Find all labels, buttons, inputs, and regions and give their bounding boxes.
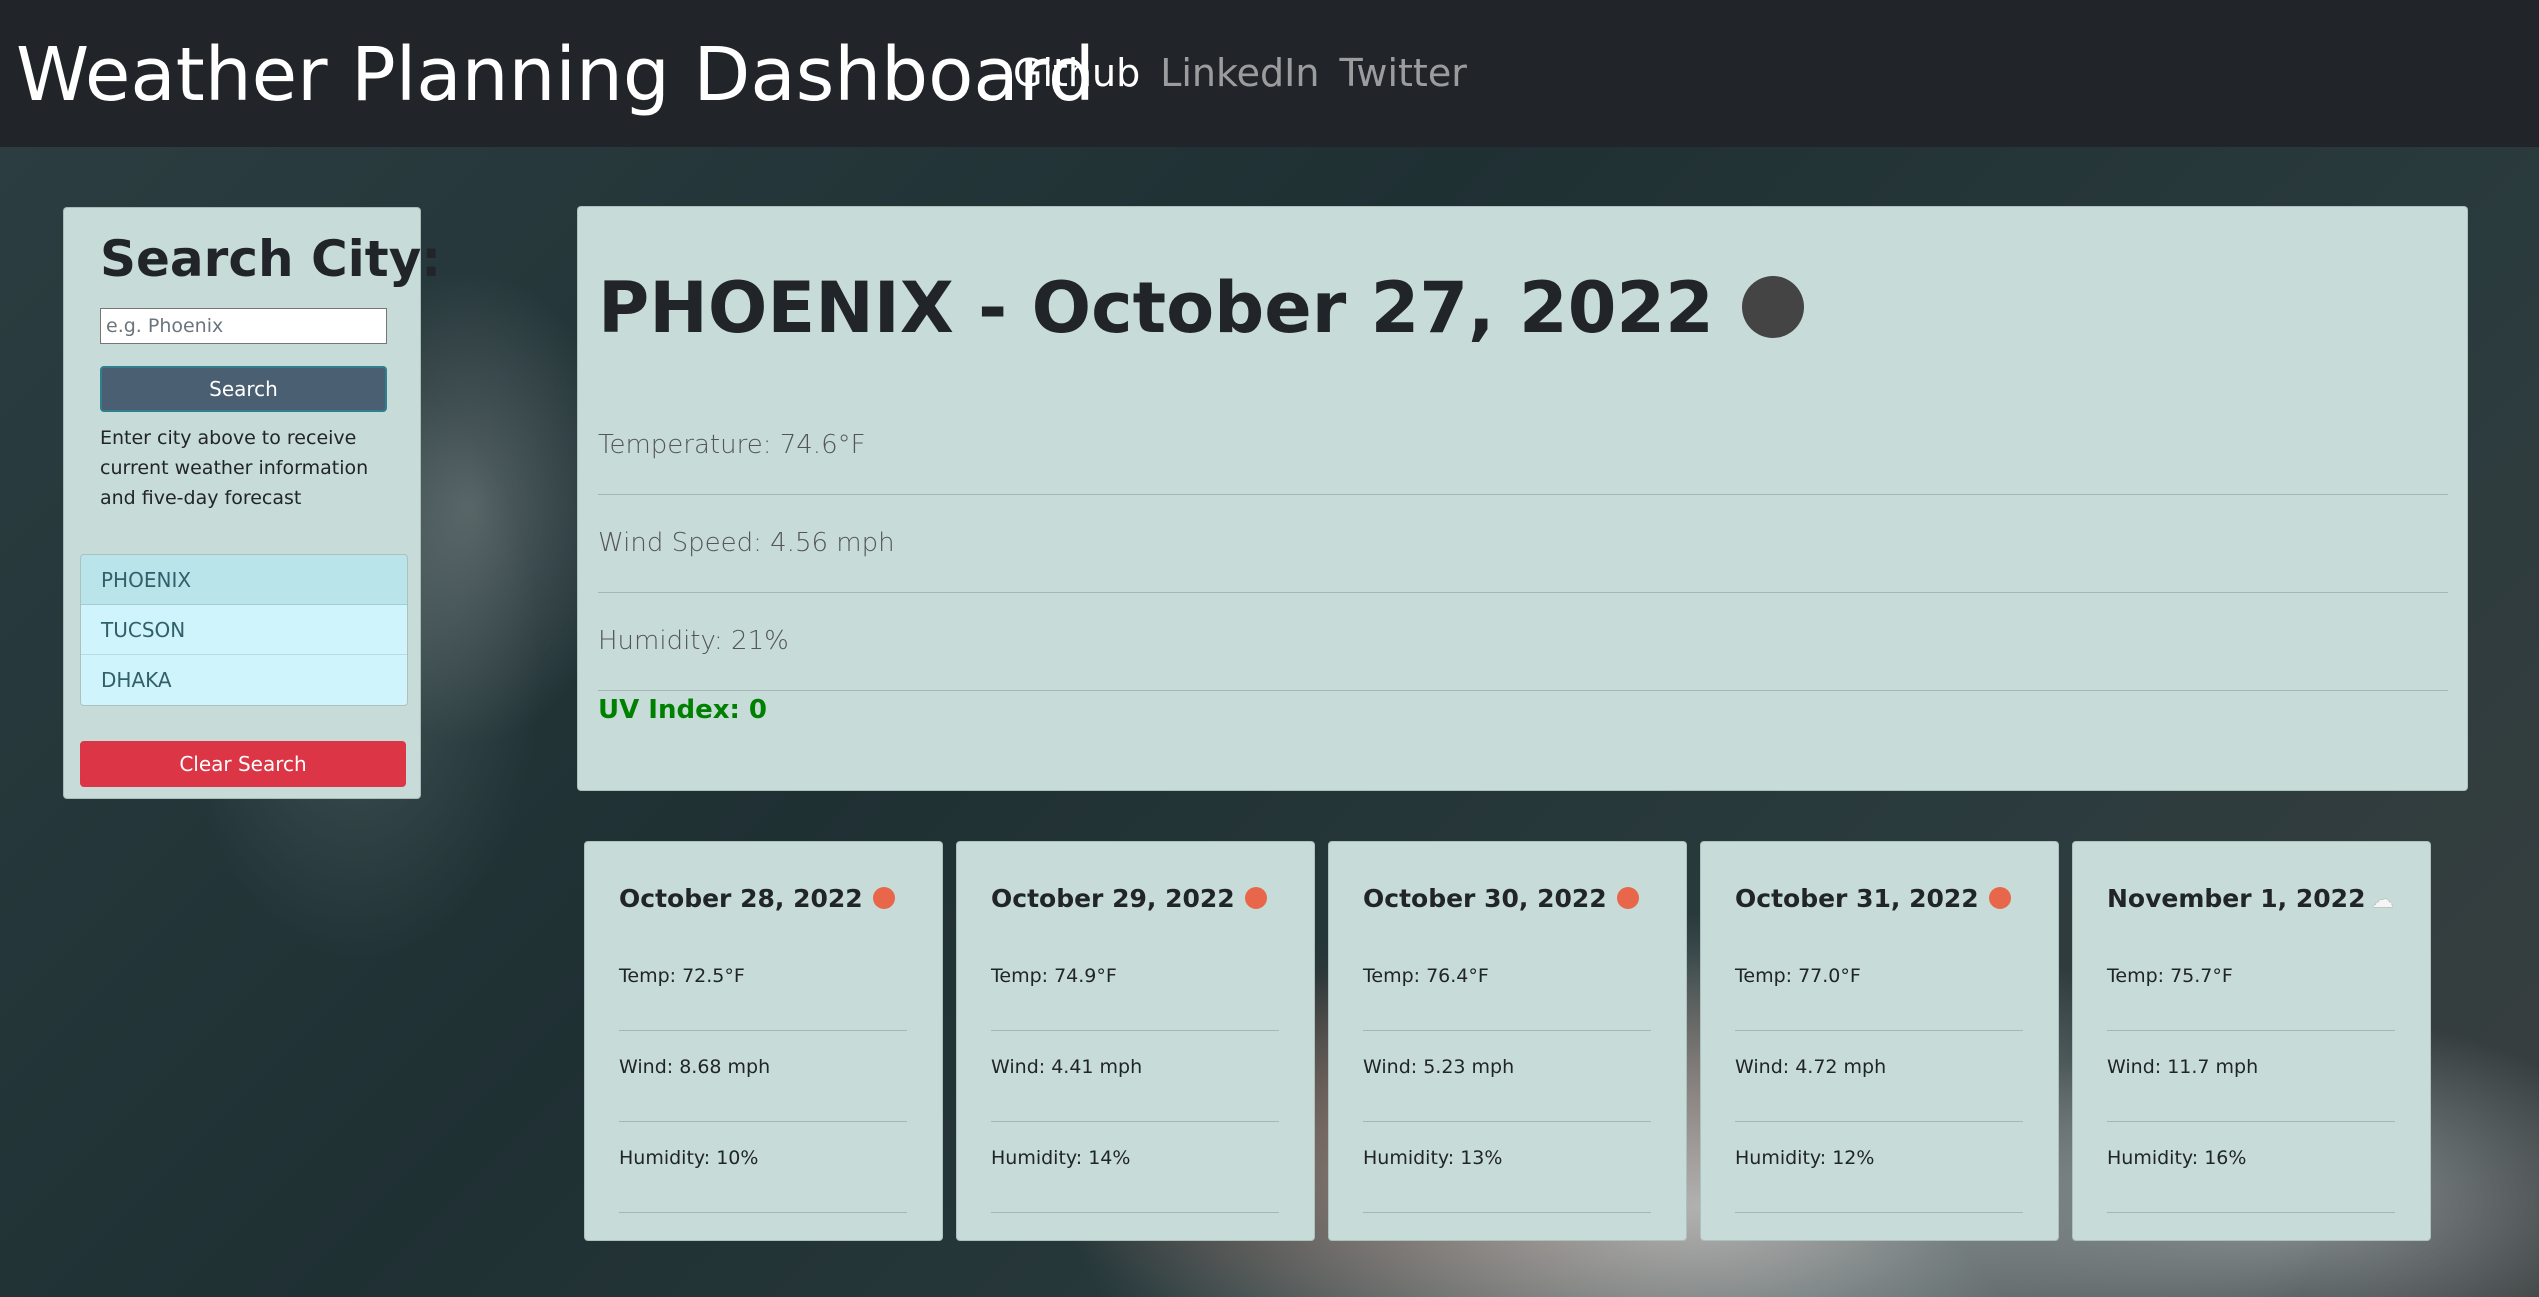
forecast-temp: Temp: 76.4°F	[1363, 940, 1651, 1031]
search-hint: Enter city above to receive current weat…	[100, 427, 369, 509]
forecast-date: November 1, 2022	[2107, 884, 2366, 913]
nav-link-linkedin[interactable]: LinkedIn	[1160, 48, 1319, 98]
nav-link-twitter[interactable]: Twitter	[1339, 48, 1466, 98]
search-history-list: PHOENIX TUCSON DHAKA	[80, 554, 408, 706]
history-item-tucson[interactable]: TUCSON	[81, 605, 407, 655]
forecast-date-heading: November 1, 2022 ☁	[2107, 884, 2393, 913]
forecast-card: October 30, 2022 Temp: 76.4°F Wind: 5.23…	[1328, 841, 1687, 1241]
search-button[interactable]: Search	[100, 366, 387, 412]
forecast-humidity: Humidity: 14%	[991, 1122, 1279, 1213]
forecast-humidity: Humidity: 13%	[1363, 1122, 1651, 1213]
forecast-date: October 29, 2022	[991, 884, 1235, 913]
search-panel: Search City: Search Enter city above to …	[63, 207, 441, 799]
current-uv-index: UV Index: 0	[598, 695, 768, 725]
current-weather-card: PHOENIX - October 27, 2022 Temperature: …	[577, 206, 2468, 791]
forecast-card: October 29, 2022 Temp: 74.9°F Wind: 4.41…	[956, 841, 1315, 1241]
forecast-date: October 28, 2022	[619, 884, 863, 913]
forecast-wind: Wind: 5.23 mph	[1363, 1031, 1651, 1122]
forecast-humidity: Humidity: 16%	[2107, 1122, 2395, 1213]
forecast-card: October 31, 2022 Temp: 77.0°F Wind: 4.72…	[1700, 841, 2059, 1241]
search-title: Search City:	[100, 230, 442, 288]
forecast-card: October 28, 2022 Temp: 72.5°F Wind: 8.68…	[584, 841, 943, 1241]
current-weather-title: PHOENIX - October 27, 2022	[598, 267, 1804, 349]
current-city-date: PHOENIX - October 27, 2022	[598, 267, 1714, 349]
forecast-date-heading: October 30, 2022	[1363, 884, 1639, 913]
forecast-date-heading: October 29, 2022	[991, 884, 1267, 913]
city-search-input[interactable]	[100, 308, 387, 344]
current-temperature: Temperature: 74.6°F	[598, 397, 2448, 495]
forecast-temp: Temp: 75.7°F	[2107, 940, 2395, 1031]
forecast-date: October 30, 2022	[1363, 884, 1607, 913]
forecast-date-heading: October 28, 2022	[619, 884, 895, 913]
navbar: Weather Planning Dashboard Github Linked…	[0, 0, 2539, 147]
forecast-humidity: Humidity: 12%	[1735, 1122, 2023, 1213]
cloud-icon: ☁	[2371, 887, 2394, 913]
history-item-phoenix[interactable]: PHOENIX	[81, 555, 407, 605]
forecast-humidity: Humidity: 10%	[619, 1122, 907, 1213]
forecast-date-heading: October 31, 2022	[1735, 884, 2011, 913]
nav-link-github[interactable]: Github	[1013, 48, 1140, 98]
dark-circle-icon	[1741, 275, 1804, 338]
clear-search-button[interactable]: Clear Search	[80, 741, 406, 787]
brand-title[interactable]: Weather Planning Dashboard	[16, 30, 1095, 120]
forecast-temp: Temp: 77.0°F	[1735, 940, 2023, 1031]
forecast-wind: Wind: 4.72 mph	[1735, 1031, 2023, 1122]
forecast-wind: Wind: 4.41 mph	[991, 1031, 1279, 1122]
forecast-wind: Wind: 8.68 mph	[619, 1031, 907, 1122]
forecast-temp: Temp: 74.9°F	[991, 940, 1279, 1031]
forecast-card: November 1, 2022 ☁ Temp: 75.7°F Wind: 11.…	[2072, 841, 2431, 1241]
current-humidity: Humidity: 21%	[598, 593, 2448, 691]
history-item-dhaka[interactable]: DHAKA	[81, 655, 407, 705]
sun-icon	[1988, 887, 2011, 909]
nav-links: Github LinkedIn Twitter	[1013, 48, 1467, 98]
forecast-wind: Wind: 11.7 mph	[2107, 1031, 2395, 1122]
sun-icon	[1244, 887, 1267, 909]
current-wind: Wind Speed: 4.56 mph	[598, 495, 2448, 593]
sun-icon	[872, 887, 895, 909]
forecast-date: October 31, 2022	[1735, 884, 1979, 913]
sun-icon	[1616, 887, 1639, 909]
forecast-temp: Temp: 72.5°F	[619, 940, 907, 1031]
